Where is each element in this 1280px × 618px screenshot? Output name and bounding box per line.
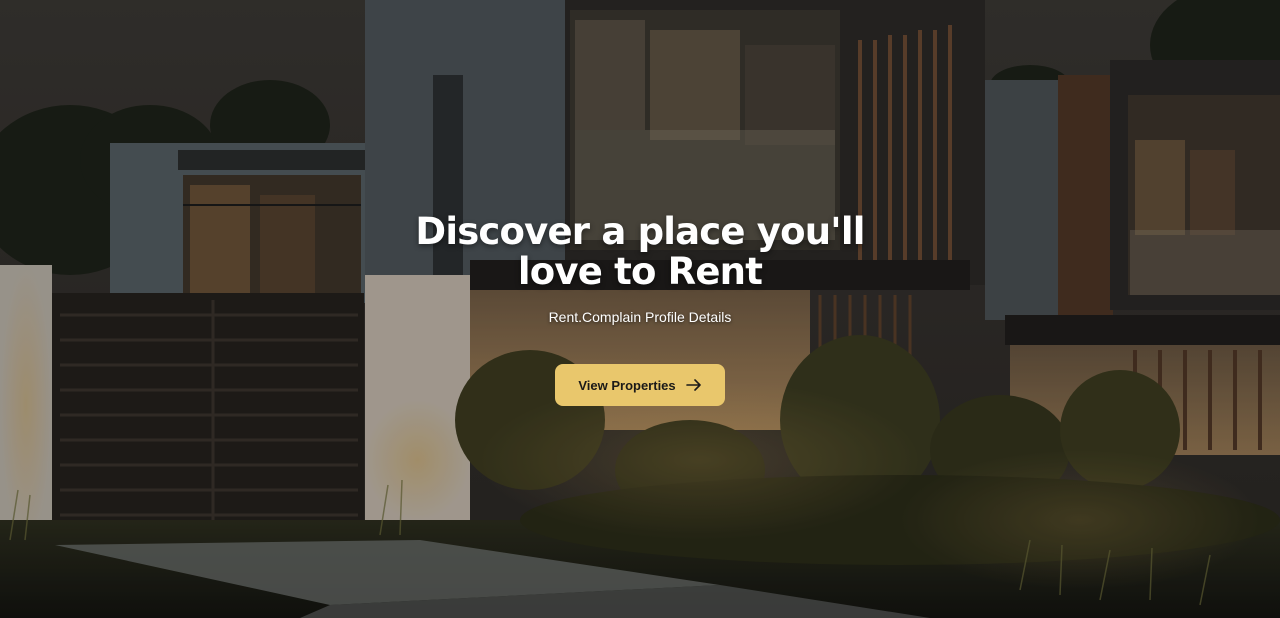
arrow-right-icon bbox=[685, 378, 702, 392]
hero-subtitle: Rent.Complain Profile Details bbox=[548, 309, 732, 325]
hero-title-line-2: love to Rent bbox=[517, 250, 763, 293]
hero-title: Discover a place you'll love to Rent bbox=[380, 212, 900, 292]
view-properties-button[interactable]: View Properties bbox=[555, 364, 725, 406]
hero-content: Discover a place you'll love to Rent Ren… bbox=[0, 212, 1280, 406]
view-properties-label: View Properties bbox=[578, 377, 676, 393]
hero-title-line-1: Discover a place you'll bbox=[415, 210, 865, 253]
hero-section: Discover a place you'll love to Rent Ren… bbox=[0, 0, 1280, 618]
